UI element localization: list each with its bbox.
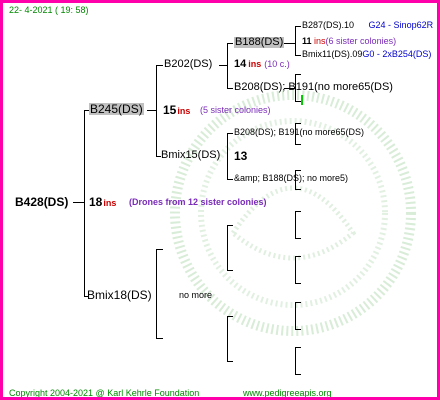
b188-queen-label[interactable]: B188(DS) [234,37,285,48]
connector [227,270,233,271]
connector [227,179,233,180]
connector [295,302,301,303]
pedigree-frame: 22- 4-2021 ( 19: 58) B428(DS) 18ins (Dro… [0,0,440,400]
b287-label[interactable]: B287(DS).10 [302,20,354,30]
root-insemination-count: 18ins [89,196,116,208]
connector [156,249,163,250]
mother-sisters-note: (5 sister colonies) [200,105,271,115]
connector [295,26,301,27]
connector [227,225,228,271]
connector [227,316,233,317]
connector [295,238,301,239]
footer-copyright: Copyright 2004-2021 @ Karl Kehrle Founda… [9,388,200,398]
connector [156,65,163,66]
connector [295,74,301,75]
connector [295,347,296,375]
bmix15-label[interactable]: Bmix15(DS) [161,150,220,161]
connector [295,123,301,124]
connector [295,211,301,212]
connector [295,347,301,348]
b188-sisters-count: 11 [302,36,312,46]
footer-url-link[interactable]: www.pedigreeapis.org [243,389,332,398]
grandmother-maternal-label[interactable]: B202(DS) [164,59,212,70]
connector [295,144,301,145]
connector [227,316,228,362]
father-queen-label[interactable]: Bmix18(DS) [87,289,152,301]
report-date: 22- 4-2021 ( 19: 58) [9,5,89,15]
b188-sisters-note: (6 sister colonies) [325,36,397,46]
root-drones-note: (Drones from 12 sister colonies) [129,197,267,207]
b324-queen-label[interactable]: B208(DS); B191(no more65(DS) [234,82,393,93]
connector [284,43,295,44]
bmix15-count: 13 [234,149,248,163]
bmix15-lower-note: &amp; B188(DS); no more5) [234,173,349,183]
connector [73,202,84,203]
b188-ins-label: ins [248,59,262,69]
b188-sisters-ins: ins [314,36,326,46]
b188-sisters-row: 11 ins(6 sister colonies) [302,37,396,46]
p216h-label[interactable] [301,95,303,105]
bmix11-row: Bmix11(DS).09G0 - 2xB254(DS) [302,50,431,59]
b285-row [302,69,314,78]
mother-insemination-count: 15ins [163,104,190,116]
connector [295,26,296,56]
connector [295,256,301,257]
connector [227,225,233,226]
root-ins-label: ins [103,198,117,208]
connector [84,110,85,297]
connector [295,283,301,284]
mother-queen-label[interactable]: B245(DS) [89,103,144,115]
connector [295,55,301,56]
connector [295,189,301,190]
mother-count: 15 [163,103,177,117]
connector [156,65,157,157]
connector [295,170,301,171]
connector [227,361,233,362]
b287-row: B287(DS).10 G24 - Sinop62R [302,21,433,30]
bmix15-upper-note: B208(DS); B191(no more65(DS) [234,127,365,137]
connector [227,133,233,134]
b188-count: 14 [234,58,247,70]
connector [219,65,227,66]
connector [156,249,157,339]
father-note: no more [179,290,213,300]
mother-ins-label: ins [177,106,191,116]
connector [227,43,233,44]
watermark-seal-icon [170,90,416,336]
b188-colony-note: (10 c.) [264,59,290,69]
connector [295,256,296,284]
root-count: 18 [89,195,103,209]
b188-insemination-count: 14 ins (10 c.) [234,59,290,70]
connector [227,88,233,89]
connector [295,374,301,375]
bmix11-pedigree: G0 - 2xB254(DS) [362,49,432,59]
b287-pedigree: G24 - Sinop62R [368,20,434,30]
root-queen-label[interactable]: B428(DS) [15,196,68,208]
bmix11-label[interactable]: Bmix11(DS).09 [302,49,362,59]
p216h-row [301,95,303,105]
connector [227,133,228,180]
connector [295,211,296,239]
connector [227,43,228,89]
connector [147,110,156,111]
connector [295,302,296,330]
connector [295,329,301,330]
connector [156,338,163,339]
